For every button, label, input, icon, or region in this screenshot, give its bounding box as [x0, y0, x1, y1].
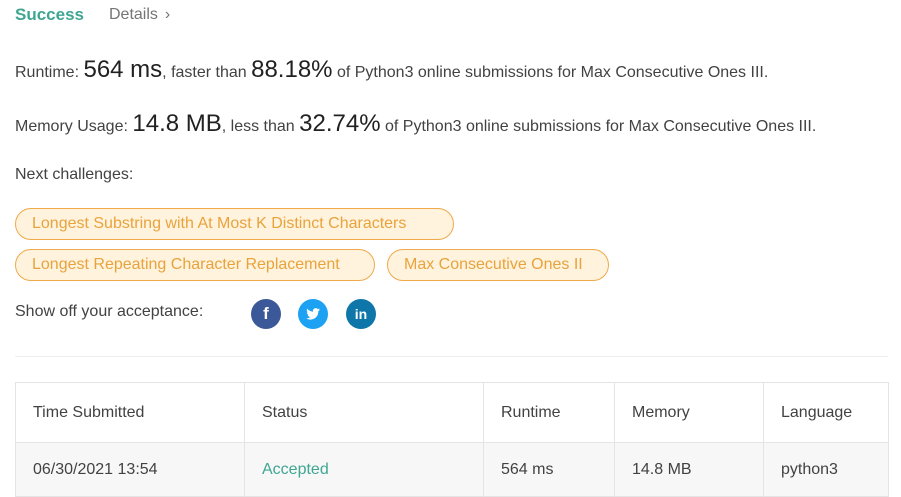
- memory-label: Memory Usage:: [15, 118, 133, 135]
- twitter-bird-icon: [306, 308, 320, 320]
- share-label: Show off your acceptance:: [15, 303, 204, 320]
- table-header-row: Time Submitted Status Runtime Memory Lan…: [15, 382, 889, 443]
- column-memory: Memory: [614, 382, 764, 443]
- challenge-longest-substring-k-distinct[interactable]: Longest Substring with At Most K Distinc…: [15, 208, 454, 240]
- cell-time-submitted: 06/30/2021 13:54: [15, 442, 245, 497]
- memory-suffix: of Python3 online submissions for Max Co…: [380, 118, 817, 135]
- runtime-percent: 88.18%: [251, 56, 333, 83]
- column-status: Status: [244, 382, 484, 443]
- runtime-summary: Runtime: 564 ms, faster than 88.18% of P…: [15, 56, 768, 84]
- memory-summary: Memory Usage: 14.8 MB, less than 32.74% …: [15, 110, 816, 138]
- facebook-icon[interactable]: f: [251, 299, 281, 329]
- runtime-label: Runtime:: [15, 64, 84, 81]
- result-status: Success: [15, 5, 84, 24]
- linkedin-glyph: in: [354, 306, 368, 322]
- challenge-max-consecutive-ones-ii[interactable]: Max Consecutive Ones II: [387, 249, 609, 281]
- cell-memory: 14.8 MB: [614, 442, 764, 497]
- details-link[interactable]: Details ›: [109, 6, 170, 24]
- memory-percent: 32.74%: [299, 110, 381, 137]
- cell-language: python3: [763, 442, 889, 497]
- memory-comparison: , less than: [221, 118, 300, 135]
- runtime-value: 564 ms: [83, 56, 163, 83]
- facebook-glyph: f: [263, 304, 269, 323]
- details-label: Details: [109, 6, 158, 23]
- challenge-longest-repeating-replacement[interactable]: Longest Repeating Character Replacement: [15, 249, 375, 281]
- table-row: 06/30/2021 13:54 Accepted 564 ms 14.8 MB…: [15, 442, 889, 497]
- memory-value: 14.8 MB: [132, 110, 222, 137]
- twitter-icon[interactable]: [298, 299, 328, 329]
- submissions-table: Time Submitted Status Runtime Memory Lan…: [15, 382, 889, 497]
- cell-status-link[interactable]: Accepted: [244, 442, 484, 497]
- runtime-suffix: of Python3 online submissions for Max Co…: [332, 64, 769, 81]
- next-challenges-title: Next challenges:: [15, 166, 134, 183]
- runtime-comparison: , faster than: [162, 64, 252, 81]
- column-language: Language: [763, 382, 889, 443]
- chevron-right-icon: ›: [164, 6, 171, 23]
- column-runtime: Runtime: [483, 382, 615, 443]
- divider: [15, 356, 888, 357]
- linkedin-icon[interactable]: in: [346, 299, 376, 329]
- column-time-submitted: Time Submitted: [15, 382, 245, 443]
- cell-runtime: 564 ms: [483, 442, 615, 497]
